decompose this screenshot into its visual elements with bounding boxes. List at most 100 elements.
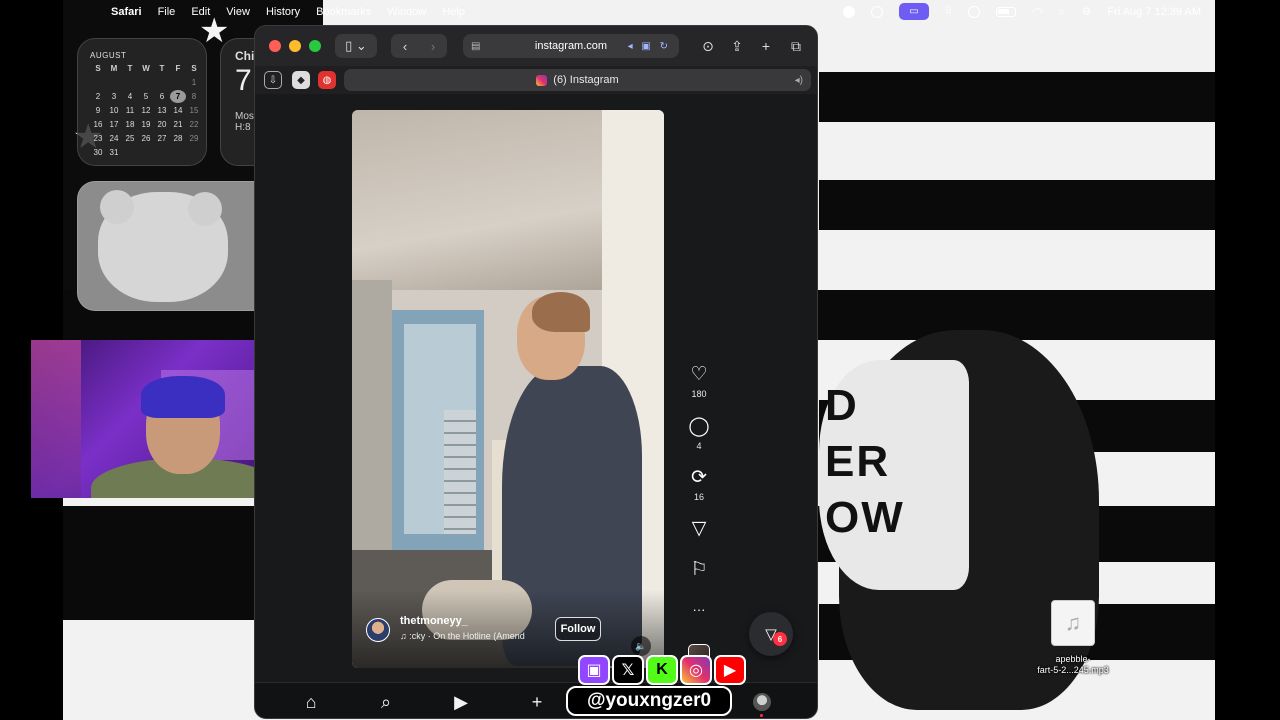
page-menu-icon[interactable]: ▤ bbox=[471, 41, 480, 52]
forward-button[interactable]: › bbox=[419, 39, 447, 54]
profile-avatar[interactable] bbox=[753, 693, 771, 711]
screen-share-icon[interactable] bbox=[871, 5, 884, 18]
calendar-weekday: F bbox=[175, 64, 181, 73]
address-bar[interactable]: ▤ instagram.com ◂ ▣ ↻ bbox=[463, 34, 679, 58]
calendar-day: 20 bbox=[157, 120, 167, 129]
twitch-icon: ▣ bbox=[578, 655, 610, 685]
zoom-button[interactable] bbox=[309, 40, 321, 52]
window-controls bbox=[269, 40, 321, 52]
bottom-nav: ⌂ ⌕ ▶ + ▽ bbox=[255, 682, 817, 718]
calendar-day: 30 bbox=[93, 148, 103, 157]
back-button[interactable]: ‹ bbox=[391, 39, 419, 54]
photo-widget[interactable] bbox=[77, 181, 277, 311]
messages-badge: 6 bbox=[773, 632, 787, 646]
calendar-day: 12 bbox=[141, 106, 151, 115]
profile-notification-dot bbox=[760, 714, 763, 717]
messages-button[interactable]: ▽ bbox=[749, 612, 793, 656]
desktop-file[interactable]: ♫ apebble- fart-5-2...245.mp3 bbox=[1028, 600, 1118, 676]
reel-video[interactable]: thetmoneyy_ ♫ :cky · On the Hotline (Ame… bbox=[352, 110, 664, 668]
calendar-day: 14 bbox=[173, 106, 183, 115]
comment-action[interactable]: ◯ 4 bbox=[681, 417, 717, 452]
reels-icon[interactable]: ▶ bbox=[450, 691, 472, 713]
author-username[interactable]: thetmoneyy_ bbox=[400, 615, 468, 627]
calendar-day bbox=[90, 76, 106, 89]
tab-audio-icon[interactable]: ◂) bbox=[795, 75, 803, 86]
grid-icon[interactable]: ⠿ bbox=[945, 6, 952, 17]
calendar-day: 25 bbox=[125, 134, 135, 143]
menu-view[interactable]: View bbox=[226, 6, 250, 18]
menu-edit[interactable]: Edit bbox=[191, 6, 210, 18]
calendar-day: 19 bbox=[141, 120, 151, 129]
calendar-day bbox=[138, 146, 154, 159]
audio-file-icon[interactable]: ♫ bbox=[1051, 600, 1095, 646]
home-icon[interactable]: ⌂ bbox=[300, 691, 322, 713]
follow-button[interactable]: Follow bbox=[555, 617, 601, 641]
more-action[interactable]: ··· bbox=[681, 600, 717, 622]
record-icon[interactable] bbox=[843, 5, 856, 18]
share-icon[interactable]: ⇪ bbox=[726, 34, 748, 58]
search-icon[interactable]: ⌕ bbox=[1059, 4, 1066, 19]
calendar-day: 18 bbox=[125, 120, 135, 129]
like-action[interactable]: ♡ 180 bbox=[681, 365, 717, 400]
calendar-day: 21 bbox=[173, 120, 183, 129]
menu-window[interactable]: Window bbox=[387, 6, 426, 18]
play-icon[interactable] bbox=[968, 5, 981, 18]
menu-bar: Safari File Edit View History Bookmarks … bbox=[63, 0, 1215, 23]
youtube-icon: ▶ bbox=[714, 655, 746, 685]
extension-download-icon[interactable]: ⇩ bbox=[264, 71, 282, 89]
control-center-icon[interactable]: ⚙ bbox=[1082, 5, 1092, 18]
calendar-day bbox=[122, 146, 138, 159]
menu-clock[interactable]: Fri Aug 7 12:39 AM bbox=[1107, 6, 1201, 18]
bookmark-icon[interactable]: ⚐ bbox=[681, 560, 717, 582]
safari-toolbar: ▯ ⌄ ‹ › ▤ instagram.com ◂ ▣ ↻ ⊙ ⇪ + ⧉ bbox=[255, 26, 817, 66]
calendar-day bbox=[186, 146, 202, 159]
reel-audio-track[interactable]: ♫ :cky · On the Hotline (Amend bbox=[400, 631, 560, 641]
close-button[interactable] bbox=[269, 40, 281, 52]
extension-shield-icon[interactable]: ◆ bbox=[292, 71, 310, 89]
menu-app-name[interactable]: Safari bbox=[111, 6, 142, 18]
desktop-file-name[interactable]: apebble- fart-5-2...245.mp3 bbox=[1028, 654, 1118, 676]
send-icon[interactable]: ▽ bbox=[681, 519, 717, 541]
menu-bookmarks[interactable]: Bookmarks bbox=[316, 6, 371, 18]
sidebar-icon: ▯ ⌄ bbox=[345, 38, 367, 53]
sidebar-toggle-button[interactable]: ▯ ⌄ bbox=[335, 34, 377, 58]
minimize-button[interactable] bbox=[289, 40, 301, 52]
new-tab-icon[interactable]: + bbox=[755, 34, 777, 58]
battery-icon[interactable] bbox=[996, 6, 1017, 17]
calendar-day: 29 bbox=[189, 134, 199, 143]
repost-action[interactable]: ⟳ 16 bbox=[681, 468, 717, 503]
reel-author: thetmoneyy_ ♫ :cky · On the Hotline (Ame… bbox=[366, 615, 525, 642]
calendar-month: AUGUST bbox=[90, 51, 127, 60]
calendar-day: 26 bbox=[141, 134, 151, 143]
calendar-day: 9 bbox=[95, 106, 101, 115]
downloads-icon[interactable]: ⊙ bbox=[697, 34, 719, 58]
menu-help[interactable]: Help bbox=[442, 6, 465, 18]
tab-instagram[interactable]: (6) Instagram ◂) bbox=[344, 69, 811, 91]
share-action[interactable]: ▽ bbox=[681, 519, 717, 541]
mute-button[interactable]: 🔈 bbox=[631, 636, 651, 656]
wallpaper-portrait: D ER OW bbox=[819, 60, 1119, 710]
x-icon: 𝕏 bbox=[612, 655, 644, 685]
search-icon[interactable]: ⌕ bbox=[375, 691, 397, 713]
calendar-day: 3 bbox=[111, 92, 117, 101]
extension-red-icon[interactable]: ◍ bbox=[318, 71, 336, 89]
flag-stripe bbox=[63, 560, 263, 620]
comment-icon[interactable]: ◯ bbox=[681, 417, 717, 439]
menu-history[interactable]: History bbox=[266, 6, 300, 18]
save-action[interactable]: ⚐ bbox=[681, 560, 717, 582]
calendar-day: 15 bbox=[189, 106, 199, 115]
repost-icon[interactable]: ⟳ bbox=[681, 468, 717, 490]
instagram-favicon-icon bbox=[536, 74, 548, 86]
more-icon[interactable]: ··· bbox=[681, 600, 717, 622]
wifi-icon[interactable]: ◠ bbox=[1032, 5, 1042, 19]
screen-mirroring-icon[interactable]: ▭ bbox=[899, 3, 930, 20]
reload-icon[interactable]: ◂ ▣ ↻ bbox=[628, 41, 671, 52]
menu-file[interactable]: File bbox=[158, 6, 176, 18]
kick-icon: K bbox=[646, 655, 678, 685]
author-avatar[interactable] bbox=[366, 618, 390, 642]
tab-overview-icon[interactable]: ⧉ bbox=[785, 34, 807, 58]
heart-icon[interactable]: ♡ bbox=[681, 365, 717, 387]
calendar-widget[interactable]: AUGUST S M T W T F S 1 2 3 4 5 6 7 8 9 10 11 12 13 14… bbox=[77, 38, 207, 166]
create-icon[interactable]: + bbox=[526, 691, 548, 713]
calendar-day: 17 bbox=[109, 120, 119, 129]
